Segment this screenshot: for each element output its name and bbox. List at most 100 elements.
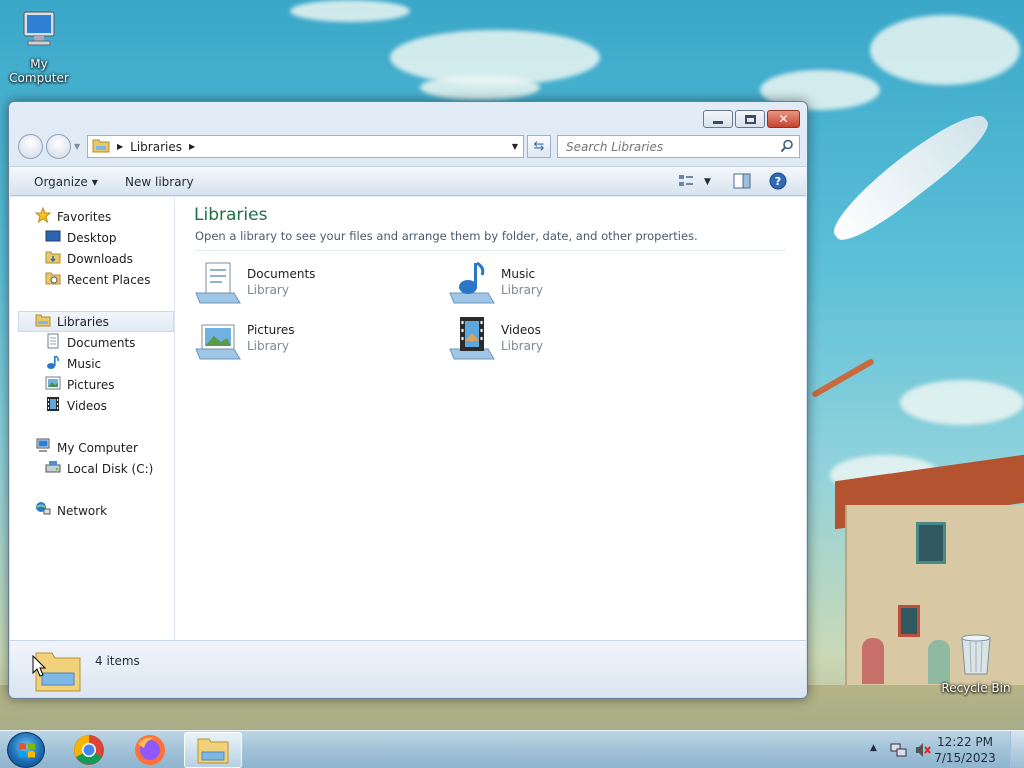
view-options-dropdown-icon[interactable]: ▼: [704, 177, 711, 187]
nav-item-recent-places[interactable]: Recent Places: [10, 269, 174, 290]
nav-label: Videos: [67, 398, 107, 413]
nav-label: Music: [67, 356, 102, 371]
downloads-folder-icon: [45, 250, 61, 267]
help-button[interactable]: ?: [769, 172, 787, 193]
minimize-button[interactable]: [703, 110, 733, 128]
breadcrumb-separator-icon[interactable]: ▶: [189, 142, 195, 151]
house-window: [898, 605, 920, 637]
libraries-folder-icon: [92, 137, 110, 156]
network-icon: [35, 501, 51, 520]
nav-item-local-disk[interactable]: Local Disk (C:): [10, 458, 174, 479]
film-strip-icon: [45, 396, 61, 415]
search-icon[interactable]: [780, 139, 794, 156]
desktop-icon: [45, 229, 61, 246]
organize-label: Organize: [34, 175, 88, 189]
address-dropdown-icon[interactable]: ▼: [512, 142, 518, 151]
pictures-icon: [45, 376, 61, 393]
page-subtitle: Open a library to see your files and arr…: [195, 229, 698, 243]
show-hidden-icons-button[interactable]: ▲: [870, 743, 877, 753]
nav-item-music[interactable]: Music: [10, 353, 174, 374]
nav-item-downloads[interactable]: Downloads: [10, 248, 174, 269]
library-name: Documents: [247, 267, 316, 281]
close-icon: ✕: [778, 112, 789, 126]
nav-label: Favorites: [57, 209, 112, 224]
house-door: [862, 638, 884, 684]
nav-item-network[interactable]: Network: [10, 500, 174, 521]
desktop-icon-label: Recycle Bin: [941, 681, 1011, 695]
system-clock[interactable]: 12:22 PM 7/15/2023: [930, 734, 1000, 766]
nav-item-my-computer[interactable]: My Computer: [10, 437, 174, 458]
recent-places-icon: [45, 271, 61, 288]
nav-label: My Computer: [57, 440, 138, 455]
library-tile-videos[interactable]: Videos Library: [448, 315, 678, 367]
music-library-icon: [448, 259, 496, 307]
recent-pages-dropdown[interactable]: ▼: [74, 142, 80, 151]
library-tile-documents[interactable]: Documents Library: [194, 259, 424, 311]
house-window: [916, 522, 946, 564]
taskbar-explorer[interactable]: [184, 732, 242, 768]
search-box[interactable]: [557, 135, 800, 158]
documents-library-icon: [194, 259, 242, 307]
desktop-icon-recycle-bin[interactable]: Recycle Bin: [940, 632, 1012, 695]
nav-item-pictures[interactable]: Pictures: [10, 374, 174, 395]
svg-text:?: ?: [775, 175, 781, 188]
library-tile-pictures[interactable]: Pictures Library: [194, 315, 424, 367]
clock-time: 12:22 PM: [937, 735, 993, 749]
nav-item-libraries[interactable]: Libraries: [18, 311, 174, 332]
content-area: Favorites Desktop Downloads Recent Place…: [10, 197, 806, 640]
library-kind: Library: [247, 283, 289, 297]
desktop-icon-my-computer[interactable]: My Computer: [0, 8, 78, 85]
nav-item-videos[interactable]: Videos: [10, 395, 174, 416]
breadcrumb-libraries[interactable]: Libraries: [130, 140, 182, 154]
explorer-window: ✕ ▼ ▶ Libraries ▶ ▼ ⇆ Organize▼ New libr…: [8, 101, 808, 699]
command-bar: Organize ▼ New library ▼ ?: [10, 166, 806, 196]
show-desktop-button[interactable]: [1010, 731, 1024, 768]
preview-pane-button[interactable]: [733, 173, 751, 192]
recycle-bin-icon: [956, 632, 996, 678]
navigation-bar: ▼ ▶ Libraries ▶ ▼ ⇆: [18, 134, 800, 160]
feather-quill: [811, 357, 875, 399]
feather-illustration: [822, 102, 998, 251]
nav-label: Recent Places: [67, 272, 151, 287]
start-button[interactable]: [7, 732, 45, 768]
change-view-button[interactable]: [678, 173, 694, 192]
taskbar-firefox[interactable]: [121, 732, 179, 768]
library-tile-music[interactable]: Music Library: [448, 259, 678, 311]
computer-icon: [16, 8, 62, 54]
music-note-icon: [45, 354, 61, 373]
search-input[interactable]: [558, 136, 758, 157]
new-library-button[interactable]: New library: [125, 175, 194, 189]
nav-item-documents[interactable]: Documents: [10, 332, 174, 353]
computer-icon: [35, 438, 51, 457]
organize-menu[interactable]: Organize ▼: [34, 175, 98, 189]
nav-label: Desktop: [67, 230, 117, 245]
divider: [195, 250, 786, 251]
nav-label: Downloads: [67, 251, 133, 266]
forward-button[interactable]: [46, 134, 71, 159]
clock-date: 7/15/2023: [934, 751, 996, 765]
cloud: [420, 75, 540, 100]
taskbar-chrome[interactable]: [60, 732, 118, 768]
nav-label: Pictures: [67, 377, 115, 392]
explorer-icon: [197, 738, 229, 764]
library-kind: Library: [501, 283, 543, 297]
mouse-cursor-icon: [32, 654, 47, 680]
view-icon: [679, 175, 693, 186]
cloud: [870, 15, 1020, 85]
page-title: Libraries: [194, 205, 268, 225]
address-bar[interactable]: ▶ Libraries ▶ ▼: [87, 135, 524, 158]
library-name: Pictures: [247, 323, 295, 337]
desktop-icon-label: My Computer: [9, 57, 69, 85]
taskbar: ▲ 12:22 PM 7/15/2023: [0, 730, 1024, 768]
maximize-button[interactable]: [735, 110, 765, 128]
close-button[interactable]: ✕: [767, 110, 800, 128]
breadcrumb-separator-icon[interactable]: ▶: [117, 142, 123, 151]
pictures-library-icon: [194, 315, 242, 363]
details-pane: 4 items: [10, 640, 806, 697]
refresh-button[interactable]: ⇆: [527, 135, 551, 158]
network-status-icon[interactable]: [890, 741, 908, 762]
library-name: Videos: [501, 323, 541, 337]
back-button[interactable]: [18, 134, 43, 159]
nav-item-desktop[interactable]: Desktop: [10, 227, 174, 248]
nav-item-favorites[interactable]: Favorites: [10, 206, 174, 227]
